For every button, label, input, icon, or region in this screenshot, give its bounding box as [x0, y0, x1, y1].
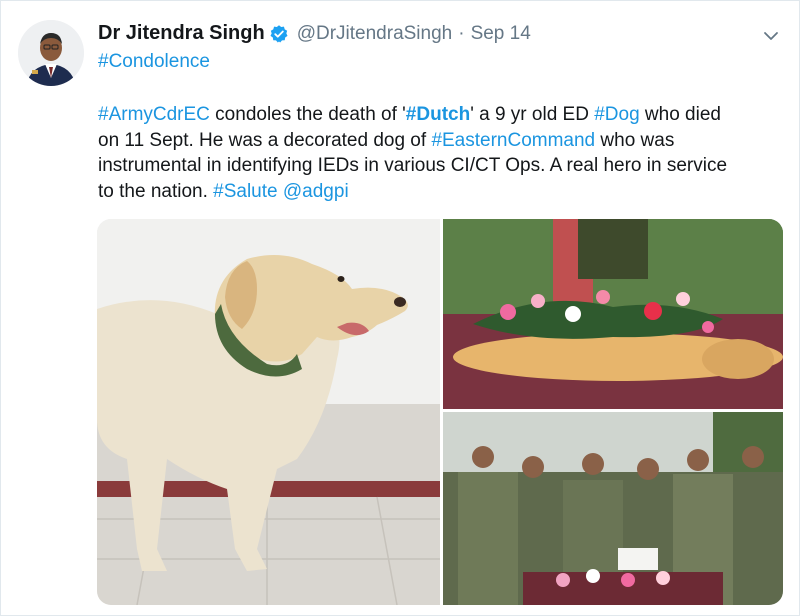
tweet-date[interactable]: Sep 14 [471, 23, 531, 45]
text-segment: who was [595, 129, 675, 151]
author-handle[interactable]: @DrJitendraSingh [297, 23, 453, 45]
hashtag-link[interactable]: #Dog [594, 104, 639, 125]
text-segment: condoles the death of ' [209, 104, 406, 125]
photo-dog-wreath[interactable] [443, 219, 783, 409]
hashtag-link[interactable]: #Dutch [406, 104, 470, 125]
avatar[interactable] [18, 20, 84, 86]
verified-badge-icon [265, 24, 289, 44]
author-name[interactable]: Dr Jitendra Singh [98, 22, 265, 45]
chevron-down-icon[interactable] [763, 28, 779, 44]
media-grid [97, 219, 783, 605]
separator-dot: · [458, 22, 465, 44]
text-segment: instrumental in identifying IEDs in vari… [98, 155, 728, 176]
text-segment: who died [639, 104, 721, 125]
hashtag-link[interactable]: #ArmyCdrEC [98, 104, 210, 125]
photo-soldiers-salute[interactable] [443, 412, 783, 605]
tweet-card: Dr Jitendra Singh @DrJitendraSingh · Sep… [0, 0, 800, 616]
text-segment: ' a 9 yr old ED [470, 104, 595, 125]
hashtag-link[interactable]: #Salute [213, 181, 277, 202]
text-segment: on 11 Sept. He was a decorated dog of [98, 129, 432, 151]
hashtag-link[interactable]: #EasternCommand [431, 130, 595, 151]
tweet-header: Dr Jitendra Singh @DrJitendraSingh · Sep… [98, 22, 531, 45]
mention-link[interactable]: @adgpi [283, 181, 349, 202]
hashtag-condolence[interactable]: #Condolence [98, 51, 210, 73]
text-segment: to the nation. [98, 180, 214, 202]
tweet-text: #ArmyCdrEC condoles the death of '#Dutch… [98, 102, 778, 204]
photo-dog-portrait[interactable] [97, 219, 440, 605]
